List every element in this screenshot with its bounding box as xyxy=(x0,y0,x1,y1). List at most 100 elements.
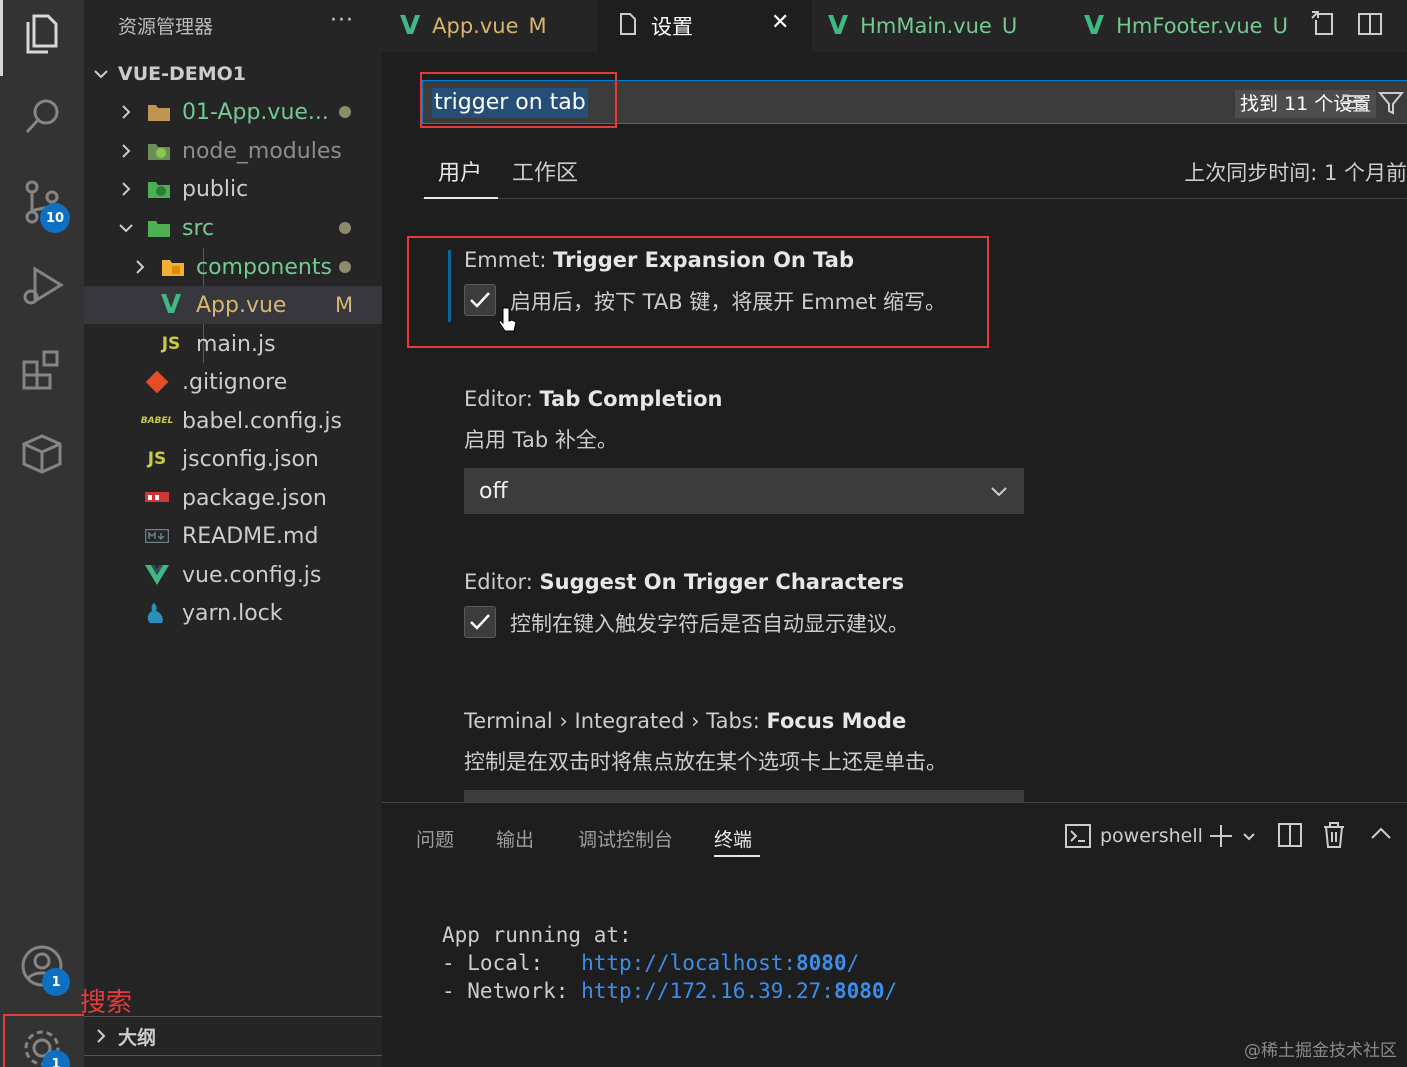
filter-icon[interactable] xyxy=(1377,90,1405,120)
search-icon[interactable] xyxy=(18,92,66,140)
tab-label: 设置 xyxy=(651,15,693,39)
tree-item-file[interactable]: README.md xyxy=(84,517,382,555)
project-root[interactable]: VUE-DEMO1 xyxy=(84,55,382,93)
settings-scope-tabs: 用户 工作区 上次同步时间: 1 个月前 xyxy=(422,147,1407,199)
trash-icon[interactable] xyxy=(1322,821,1346,853)
activity-bar: 10 1 1 xyxy=(0,0,101,1067)
tree-item-folder[interactable]: public xyxy=(84,170,382,208)
tab-status: U xyxy=(1272,14,1288,38)
url-port: 8080 xyxy=(833,979,885,1003)
bottom-panel: 问题 输出 调试控制台 终端 powershell App running at… xyxy=(382,802,1407,1067)
tree-item-label: App.vue xyxy=(196,292,287,318)
extensions-icon[interactable] xyxy=(18,346,66,394)
check-icon xyxy=(470,614,490,630)
clear-filter-icon[interactable] xyxy=(1341,91,1367,119)
explorer-icon[interactable] xyxy=(18,10,66,58)
tab-hmmain[interactable]: V HmMain.vue U xyxy=(812,0,1068,52)
tree-item-file[interactable]: JS jsconfig.json xyxy=(84,440,382,478)
tab-completion-select[interactable]: off xyxy=(464,468,1024,514)
url-host: http://172.16.39.27: xyxy=(581,979,834,1003)
network-url-link[interactable]: http://172.16.39.27:8080/ xyxy=(581,979,897,1003)
editor-tab-bar: V App.vue M 设置 ✕ V HmMain.vue U V HmFoot… xyxy=(382,0,1407,52)
tree-item-file[interactable]: BABEL babel.config.js xyxy=(84,402,382,440)
remote-explorer-icon[interactable] xyxy=(18,430,66,478)
tab-user[interactable]: 用户 xyxy=(438,155,482,187)
url-port: 8080 xyxy=(796,951,847,975)
markdown-file-icon xyxy=(144,524,170,548)
focus-mode-select-partial[interactable] xyxy=(464,790,1024,802)
terminal-icon xyxy=(1065,824,1091,848)
js-file-icon: JS xyxy=(161,334,181,354)
status-dot xyxy=(339,261,351,273)
setting-description: 启用 Tab 补全。 xyxy=(464,428,618,452)
watermark: @稀土掘金技术社区 xyxy=(1244,1041,1397,1061)
tree-item-file[interactable]: .gitignore xyxy=(84,363,382,401)
shell-name: powershell xyxy=(1100,825,1203,847)
vue-file-icon: V xyxy=(828,11,849,41)
suggest-trigger-checkbox[interactable] xyxy=(464,606,496,638)
highlight-box-setting xyxy=(407,236,989,348)
tree-item-file[interactable]: package.json xyxy=(84,479,382,517)
more-actions-icon[interactable]: ··· xyxy=(330,8,354,33)
terminal-dropdown-icon[interactable] xyxy=(1242,829,1256,848)
tree-item-label: package.json xyxy=(182,485,327,511)
tree-item-folder[interactable]: 01-App.vue... xyxy=(84,93,382,131)
tree-item-file-selected[interactable]: V App.vue M xyxy=(84,286,382,324)
tree-item-label: yarn.lock xyxy=(182,600,283,626)
select-value: off xyxy=(479,478,508,504)
outline-title: 大纲 xyxy=(118,1026,157,1049)
split-terminal-icon[interactable] xyxy=(1277,822,1303,852)
tab-terminal[interactable]: 终端 xyxy=(714,825,752,852)
chevron-right-icon xyxy=(117,142,135,160)
status-dot xyxy=(339,106,351,118)
tree-item-label: vue.config.js xyxy=(182,562,322,588)
terminal-line-local: - Local: http://localhost:8080/ xyxy=(442,951,859,975)
active-tab-underline xyxy=(424,197,498,199)
tab-settings[interactable]: 设置 ✕ xyxy=(597,0,812,52)
tree-item-label: public xyxy=(182,176,249,202)
tree-item-folder[interactable]: src xyxy=(84,209,382,247)
tab-status: U xyxy=(1001,14,1018,38)
setting-name: Focus Mode xyxy=(766,709,907,733)
open-settings-json-icon[interactable] xyxy=(1310,10,1338,42)
terminal-label: - Local: xyxy=(442,951,582,975)
outline-section[interactable]: 大纲 xyxy=(84,1016,382,1056)
folder-icon xyxy=(146,100,172,124)
tab-app-vue[interactable]: V App.vue M xyxy=(382,0,597,52)
tree-item-file[interactable]: JS main.js xyxy=(84,325,382,363)
maximize-panel-icon[interactable] xyxy=(1370,825,1392,845)
tree-item-folder[interactable]: node_modules xyxy=(84,132,382,170)
annotation-label: 搜索 xyxy=(80,988,133,1018)
explorer-title: 资源管理器 xyxy=(118,15,214,38)
terminal-selector[interactable]: powershell xyxy=(1064,823,1203,849)
setting-title: Editor: Suggest On Trigger Characters xyxy=(464,570,904,594)
tab-workspace[interactable]: 工作区 xyxy=(512,155,578,187)
close-icon[interactable]: ✕ xyxy=(771,10,789,35)
tab-problems[interactable]: 问题 xyxy=(416,825,454,852)
tab-hmfooter[interactable]: V HmFooter.vue U xyxy=(1068,0,1294,52)
tab-status: M xyxy=(528,14,547,38)
tree-item-label: .gitignore xyxy=(182,369,288,395)
scm-badge: 10 xyxy=(40,203,70,233)
tree-item-label: README.md xyxy=(182,523,319,549)
setting-name: Tab Completion xyxy=(539,387,723,411)
status-dot xyxy=(339,222,351,234)
url-host: http://localhost: xyxy=(581,951,797,975)
split-editor-icon[interactable] xyxy=(1356,10,1384,42)
run-debug-icon[interactable] xyxy=(18,262,66,310)
vue-file-icon: V xyxy=(400,11,421,41)
tree-item-label: src xyxy=(182,215,215,241)
tree-item-file[interactable]: yarn.lock xyxy=(84,594,382,632)
tree-item-label: 01-App.vue... xyxy=(182,99,329,125)
tree-item-file[interactable]: vue.config.js xyxy=(84,556,382,594)
local-url-link[interactable]: http://localhost:8080/ xyxy=(581,951,859,975)
new-terminal-icon[interactable] xyxy=(1208,823,1234,853)
tab-debug-console[interactable]: 调试控制台 xyxy=(578,825,673,852)
npm-file-icon xyxy=(144,486,170,510)
jsconfig-file-icon: JS xyxy=(147,449,167,469)
settings-editor: trigger on tab 找到 11 个设置 用户 工作区 上次同步时间: … xyxy=(382,52,1407,802)
tab-output[interactable]: 输出 xyxy=(496,825,534,852)
tree-item-folder[interactable]: components xyxy=(84,248,382,286)
tree-item-label: node_modules xyxy=(182,138,342,164)
chevron-right-icon xyxy=(117,180,135,198)
